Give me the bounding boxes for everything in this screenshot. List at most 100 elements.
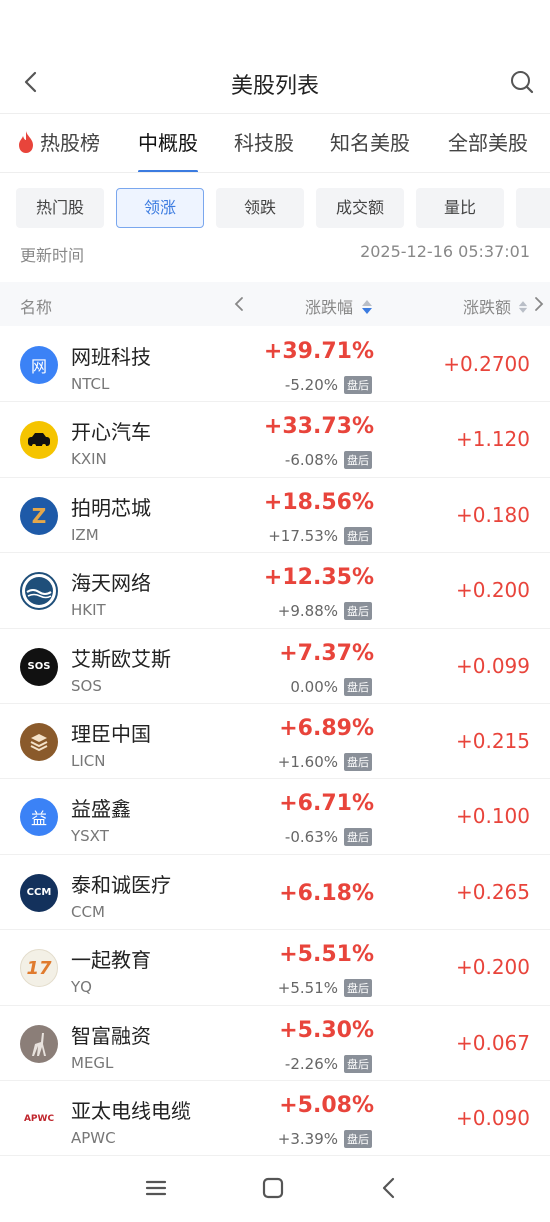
sort-icon: [518, 301, 528, 313]
stock-row[interactable]: Z 拍明芯城 IZM +18.56% +17.53% 盘后 +0.180: [0, 478, 550, 554]
chevron-right-icon[interactable]: [532, 294, 546, 314]
change-pct: +12.35%: [263, 565, 374, 591]
stock-name: 网班科技: [71, 345, 151, 369]
after-hours-badge: 盘后: [344, 1129, 372, 1148]
after-hours-pct: -5.20%: [284, 376, 338, 394]
chip-volume-ratio[interactable]: 量比: [416, 188, 504, 228]
stock-row[interactable]: 17 一起教育 YQ +5.51% +5.51% 盘后 +0.200: [0, 930, 550, 1006]
column-change-pct[interactable]: 涨跌幅: [305, 294, 373, 318]
header: 美股列表: [0, 50, 550, 114]
stock-code: APWC: [71, 1128, 116, 1147]
change-amount: +0.180: [455, 502, 530, 527]
after-hours-pct: +5.51%: [277, 979, 338, 998]
after-hours: -0.63% 盘后: [284, 828, 372, 847]
page-title: 美股列表: [230, 74, 319, 99]
stock-code: NTCL: [71, 375, 110, 393]
stock-name: 智富融资: [71, 1023, 151, 1048]
wave-logo-icon: [20, 572, 58, 611]
column-change-amt-label: 涨跌额: [463, 298, 512, 317]
after-hours-pct: +9.88%: [277, 602, 338, 621]
tab-all[interactable]: 全部美股: [448, 127, 528, 172]
category-tabs: 热股榜 中概股 科技股 知名美股 全部美股: [0, 115, 550, 173]
change-amount: +0.215: [455, 728, 530, 753]
stock-name: 亚太电线电缆: [71, 1098, 191, 1123]
stock-name: 理臣中国: [71, 721, 151, 746]
update-timestamp: 2025-12-16 05:37:01: [360, 242, 530, 261]
change-amount: +1.120: [455, 427, 530, 452]
tab-label: 中概股: [138, 131, 198, 155]
stock-code: IZM: [71, 525, 99, 544]
sort-icon: [362, 300, 373, 314]
menu-icon[interactable]: [142, 1174, 170, 1202]
after-hours: +9.88% 盘后: [277, 602, 372, 621]
change-amount: +0.2700: [443, 352, 530, 376]
stock-row[interactable]: 开心汽车 KXIN +33.73% -6.08% 盘后 +1.120: [0, 402, 550, 478]
tab-china-concept[interactable]: 中概股: [138, 127, 198, 172]
back-icon[interactable]: [376, 1174, 404, 1202]
layers-logo-icon: [20, 722, 58, 761]
column-change-pct-label: 涨跌幅: [305, 298, 354, 317]
stock-name: 艾斯欧艾斯: [71, 646, 171, 671]
after-hours-badge: 盘后: [344, 451, 372, 470]
stock-logo: SOS: [20, 647, 58, 686]
logo-text: 网: [30, 357, 47, 376]
after-hours: -2.26% 盘后: [284, 1054, 372, 1073]
change-pct: +5.08%: [279, 1092, 374, 1118]
chip-hot[interactable]: 热门股: [16, 188, 104, 228]
after-hours-badge: 盘后: [344, 752, 372, 771]
chip-more[interactable]: 换: [516, 188, 550, 228]
tab-famous[interactable]: 知名美股: [330, 127, 410, 172]
column-change-amt[interactable]: 涨跌额: [463, 294, 528, 318]
home-square-icon[interactable]: [259, 1174, 287, 1202]
stock-name: 海天网络: [71, 571, 151, 596]
status-bar: [0, 0, 550, 50]
change-pct: +33.73%: [263, 414, 374, 440]
after-hours-pct: -0.63%: [284, 828, 338, 847]
tab-label: 全部美股: [448, 131, 528, 155]
stock-name: 拍明芯城: [71, 495, 151, 520]
stock-row[interactable]: CCM 泰和诚医疗 CCM +6.18% +0.265: [0, 855, 550, 931]
change-pct: +39.71%: [263, 339, 374, 364]
stock-row[interactable]: APWC 亚太电线电缆 APWC +5.08% +3.39% 盘后 +0.090: [0, 1081, 550, 1157]
change-pct: +7.37%: [279, 640, 374, 666]
after-hours-badge: 盘后: [344, 526, 372, 545]
chevron-left-icon[interactable]: [232, 294, 246, 314]
logo-text: Z: [31, 503, 47, 528]
after-hours-pct: +1.60%: [277, 752, 338, 771]
change-pct: +18.56%: [263, 489, 374, 515]
change-pct: +6.71%: [279, 791, 374, 817]
after-hours: +1.60% 盘后: [277, 752, 372, 771]
tab-tech[interactable]: 科技股: [234, 127, 294, 172]
fire-icon: [19, 131, 33, 153]
after-hours: -5.20% 盘后: [285, 376, 372, 394]
change-pct: +5.51%: [279, 942, 374, 968]
giraffe-logo-icon: [20, 1024, 58, 1063]
after-hours-pct: +17.53%: [268, 526, 338, 545]
after-hours: 0.00% 盘后: [290, 677, 372, 696]
logo-text: 益: [30, 809, 47, 829]
chip-losers[interactable]: 领跌: [216, 188, 304, 228]
stock-row[interactable]: SOS 艾斯欧艾斯 SOS +7.37% 0.00% 盘后 +0.099: [0, 629, 550, 704]
after-hours-badge: 盘后: [344, 602, 372, 621]
logo-text: APWC: [23, 1113, 55, 1124]
after-hours-pct: -2.26%: [284, 1054, 338, 1073]
car-logo-icon: [20, 421, 58, 460]
after-hours: +3.39% 盘后: [277, 1129, 372, 1148]
stock-row[interactable]: 益 益盛鑫 YSXT +6.71% -0.63% 盘后 +0.100: [0, 779, 550, 855]
search-icon[interactable]: [508, 68, 536, 96]
chip-turnover[interactable]: 成交额: [316, 188, 404, 228]
tab-label: 知名美股: [330, 131, 410, 155]
chip-gainers[interactable]: 领涨: [116, 188, 204, 228]
stock-row[interactable]: 理臣中国 LICN +6.89% +1.60% 盘后 +0.215: [0, 704, 550, 780]
stock-row[interactable]: 海天网络 HKIT +12.35% +9.88% 盘后 +0.200: [0, 553, 550, 629]
stock-row[interactable]: 网 网班科技 NTCL +39.71% -5.20% 盘后 +0.2700: [0, 327, 550, 403]
stock-row[interactable]: 智富融资 MEGL +5.30% -2.26% 盘后 +0.067: [0, 1006, 550, 1081]
tab-hot[interactable]: 热股榜: [16, 127, 100, 172]
tab-label: 科技股: [234, 131, 294, 155]
after-hours-badge: 盘后: [344, 1054, 372, 1073]
after-hours-badge: 盘后: [344, 376, 372, 394]
after-hours-pct: +3.39%: [277, 1129, 338, 1148]
update-time-label: 更新时间: [20, 246, 85, 265]
stock-logo: 益: [20, 798, 58, 837]
stock-name: 一起教育: [71, 948, 151, 973]
